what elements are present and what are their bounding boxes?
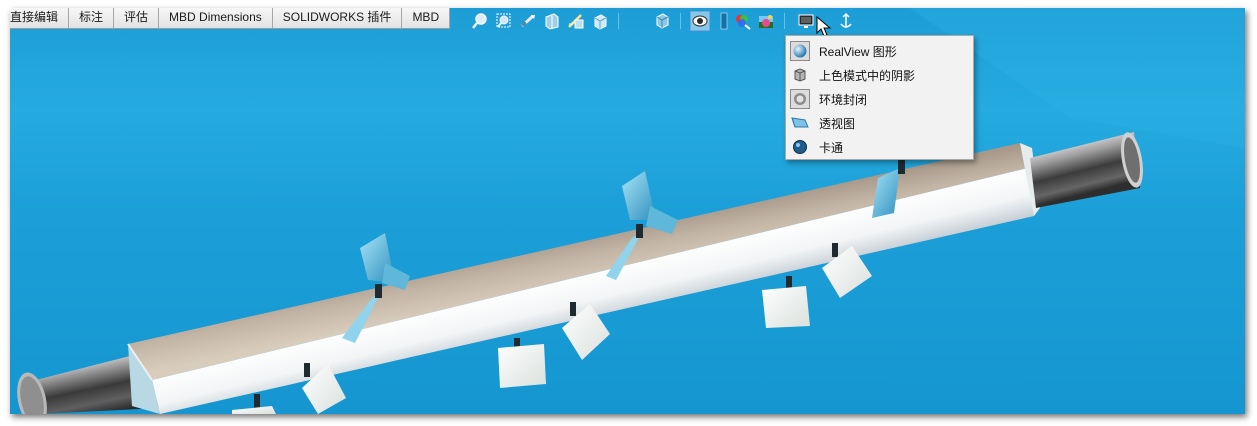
apply-scene-icon [759, 15, 773, 28]
display-style-button[interactable] [652, 11, 672, 31]
menu-item-label: 上色模式中的阴影 [819, 68, 916, 83]
view-settings-button[interactable] [796, 11, 816, 31]
section-view-icon [545, 13, 559, 30]
section-view-button[interactable] [542, 11, 562, 31]
menu-item-cartoon[interactable]: 卡通 [786, 135, 973, 159]
tab-direct-edit[interactable]: 直接编辑 [10, 8, 70, 28]
edit-appearance-button[interactable] [732, 11, 752, 31]
perspective-icon [790, 113, 810, 133]
tab-markup[interactable]: 标注 [69, 8, 115, 28]
menu-item-perspective[interactable]: 透视图 [786, 111, 973, 135]
tab-evaluate[interactable]: 评估 [114, 8, 160, 28]
rotate-view-icon [840, 12, 852, 28]
menu-item-shadows[interactable]: 上色模式中的阴影 [786, 63, 973, 87]
hide-show-items-icon [692, 15, 708, 27]
shadows-in-shaded-mode-icon [790, 65, 810, 85]
menu-item-label: 卡通 [819, 140, 844, 155]
menu-item-ambient-occlusion[interactable]: 环境封闭 [786, 87, 973, 111]
edit-appearance-icon [736, 15, 751, 30]
hide-show-dropdown[interactable] [714, 11, 734, 31]
dynamic-annotation-views-button[interactable] [566, 11, 586, 31]
solidworks-window: 直接编辑 标注 评估 MBD Dimensions SOLIDWORKS 插件 … [10, 8, 1245, 414]
zoom-to-fit-button[interactable] [470, 11, 490, 31]
menu-item-realview[interactable]: RealView 图形 [786, 39, 973, 63]
display-style-icon [656, 13, 669, 29]
view-orientation-icon [594, 14, 607, 30]
view-orientation-button[interactable] [590, 11, 610, 31]
zoom-to-fit-icon [472, 13, 487, 29]
command-manager-tabs: 直接编辑 标注 评估 MBD Dimensions SOLIDWORKS 插件 … [10, 8, 451, 29]
menu-item-label: 透视图 [819, 116, 856, 131]
zoom-to-area-button[interactable] [494, 11, 514, 31]
tab-mbd-dimensions[interactable]: MBD Dimensions [159, 8, 273, 28]
dynamic-annotation-views-icon [568, 14, 584, 29]
view-settings-menu: RealView 图形 上色模式中的阴影 环境封闭 透视图 卡通 [785, 35, 974, 160]
ambient-occlusion-icon [790, 89, 810, 109]
menu-item-label: RealView 图形 [819, 44, 897, 59]
menu-item-label: 环境封闭 [819, 92, 868, 107]
previous-view-button[interactable] [518, 11, 538, 31]
realview-graphics-icon [790, 41, 810, 61]
previous-view-icon [520, 14, 535, 28]
graphics-viewport[interactable] [10, 8, 1245, 414]
hide-show-items-button[interactable] [690, 11, 710, 31]
rotate-view-button[interactable] [836, 11, 856, 31]
chevron-down-icon [720, 12, 728, 30]
tab-solidworks-addins[interactable]: SOLIDWORKS 插件 [272, 8, 403, 28]
apply-scene-button[interactable] [756, 11, 776, 31]
monitor-icon [798, 14, 814, 28]
cartoon-icon [790, 137, 810, 157]
zoom-to-area-icon [496, 13, 511, 28]
tab-mbd[interactable]: MBD [402, 8, 451, 28]
